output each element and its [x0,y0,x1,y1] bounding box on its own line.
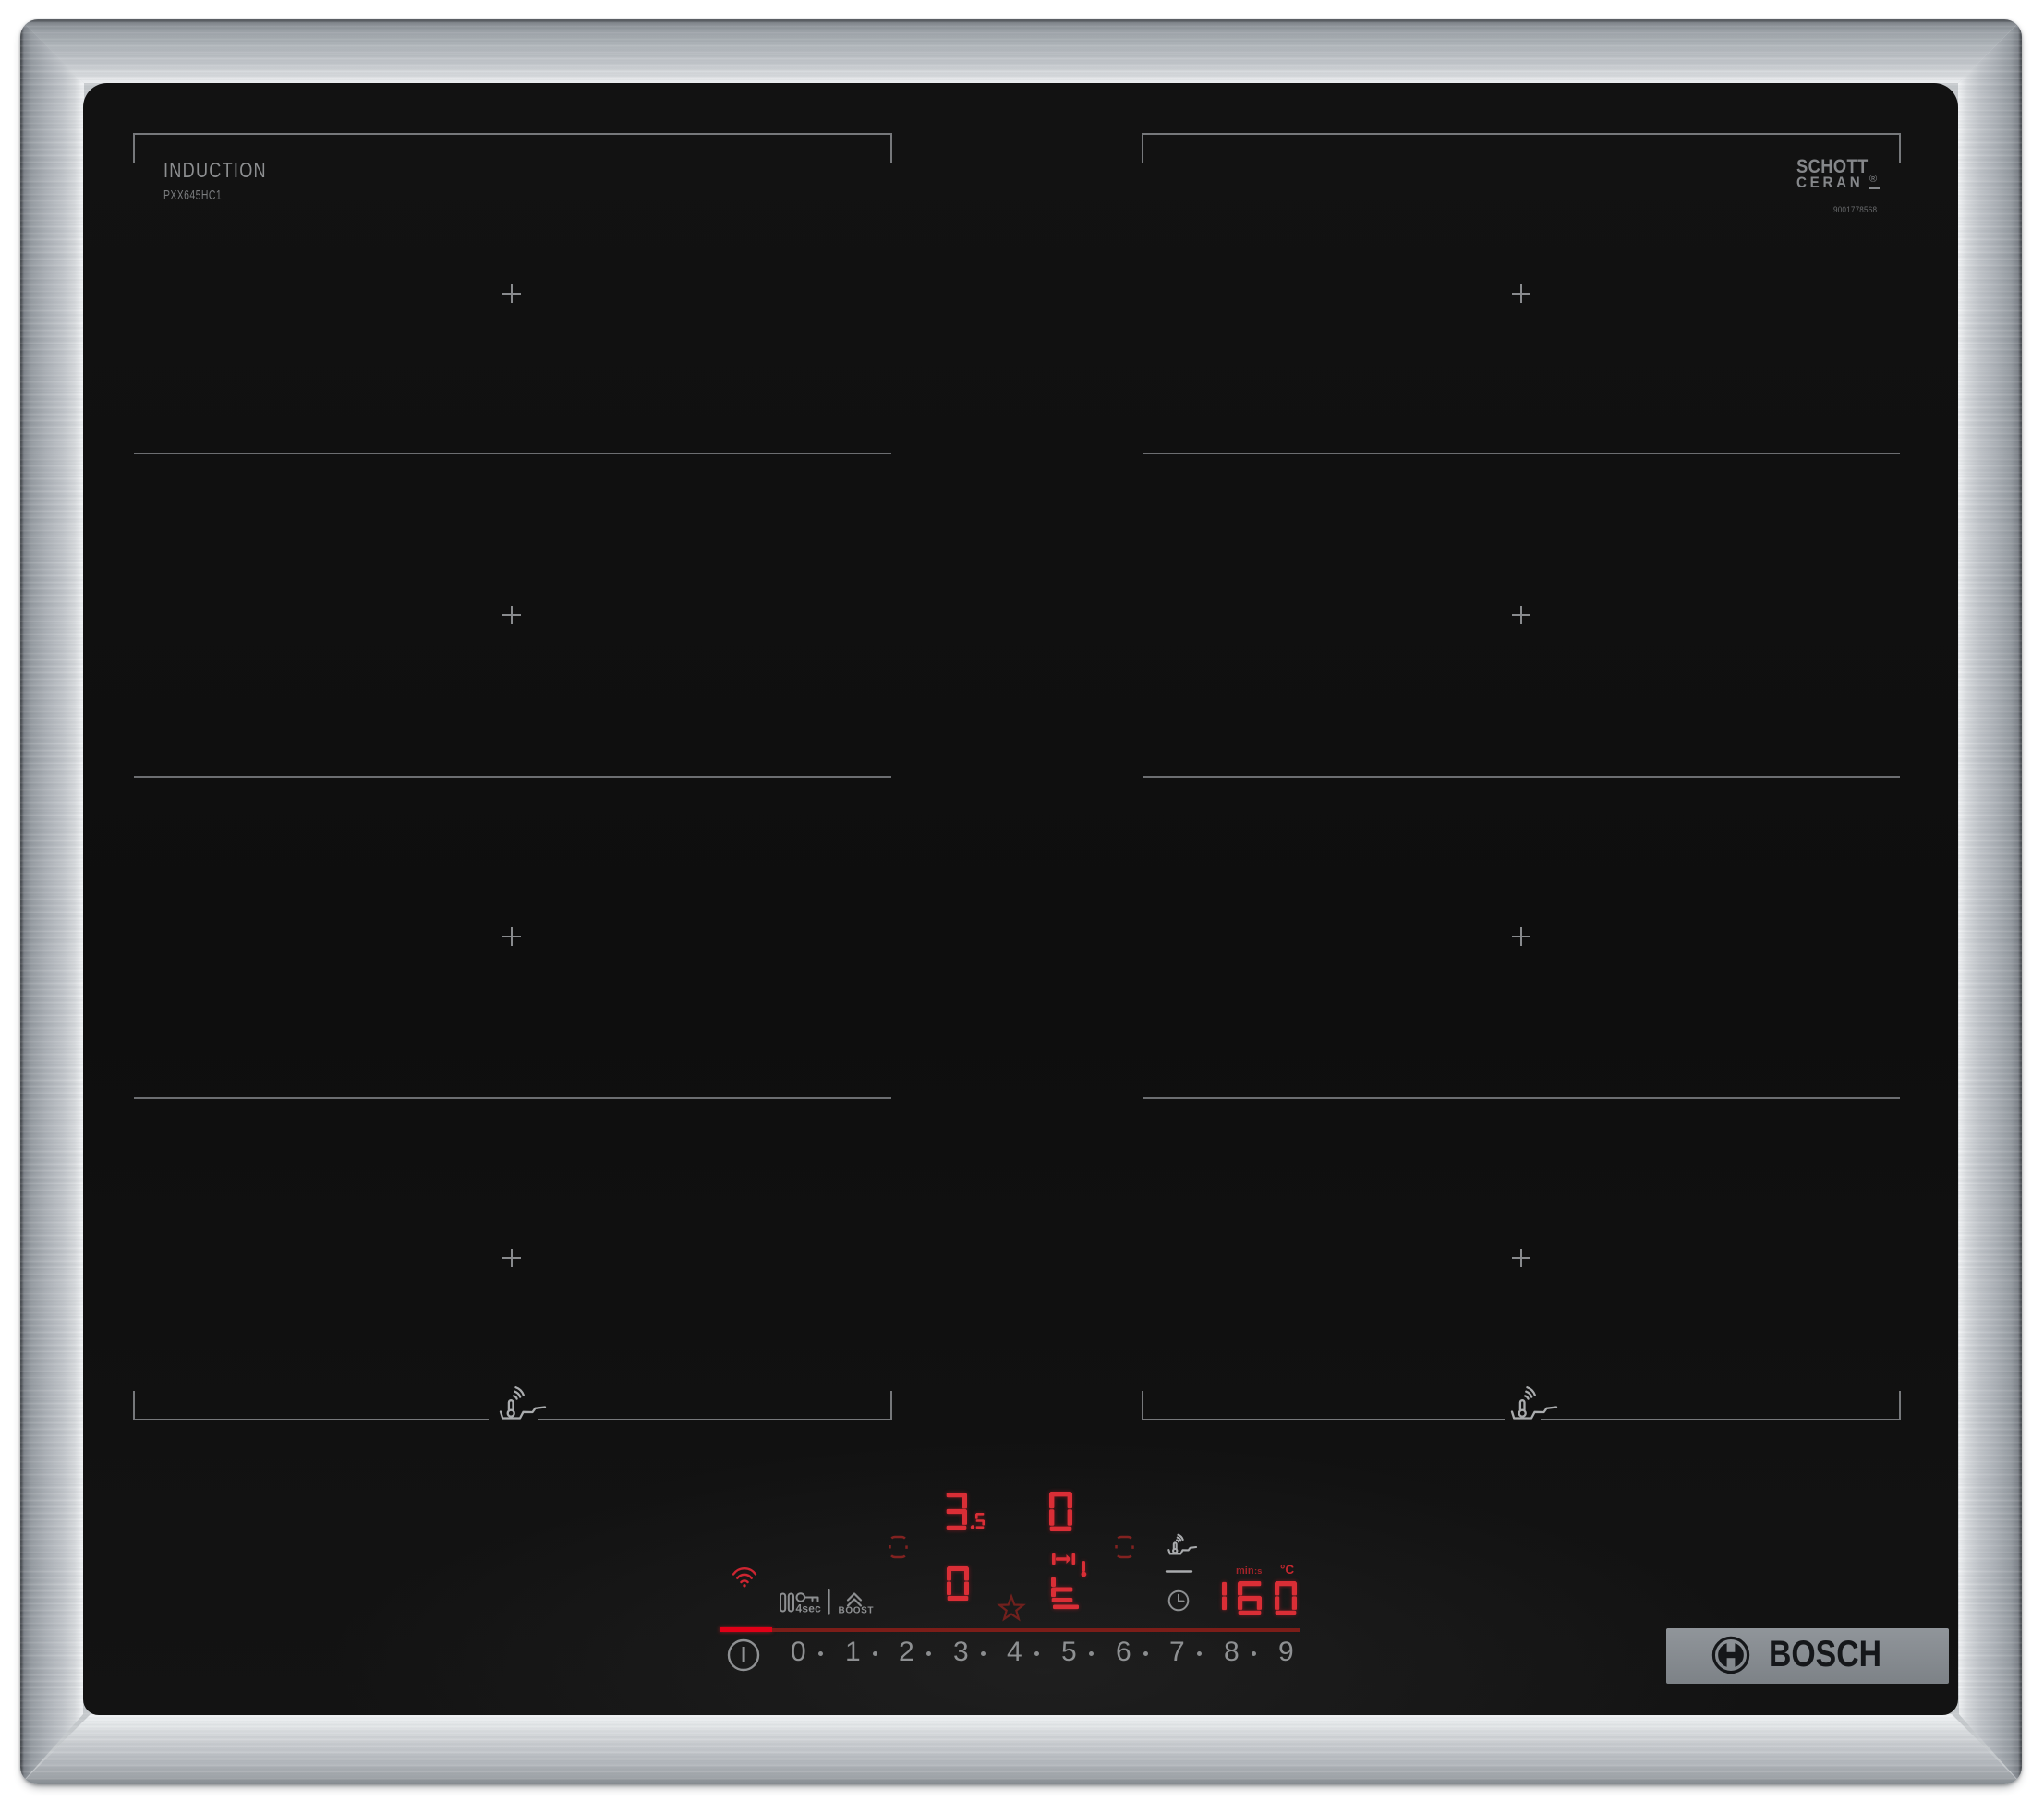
svg-text:min: min [1236,1565,1254,1577]
svg-text:BOSCH: BOSCH [1769,1634,1881,1674]
svg-text:4sec: 4sec [796,1602,822,1615]
svg-text:BOOST: BOOST [839,1606,875,1616]
svg-text::s: :s [1254,1566,1262,1577]
svg-text:°C: °C [1280,1563,1294,1577]
